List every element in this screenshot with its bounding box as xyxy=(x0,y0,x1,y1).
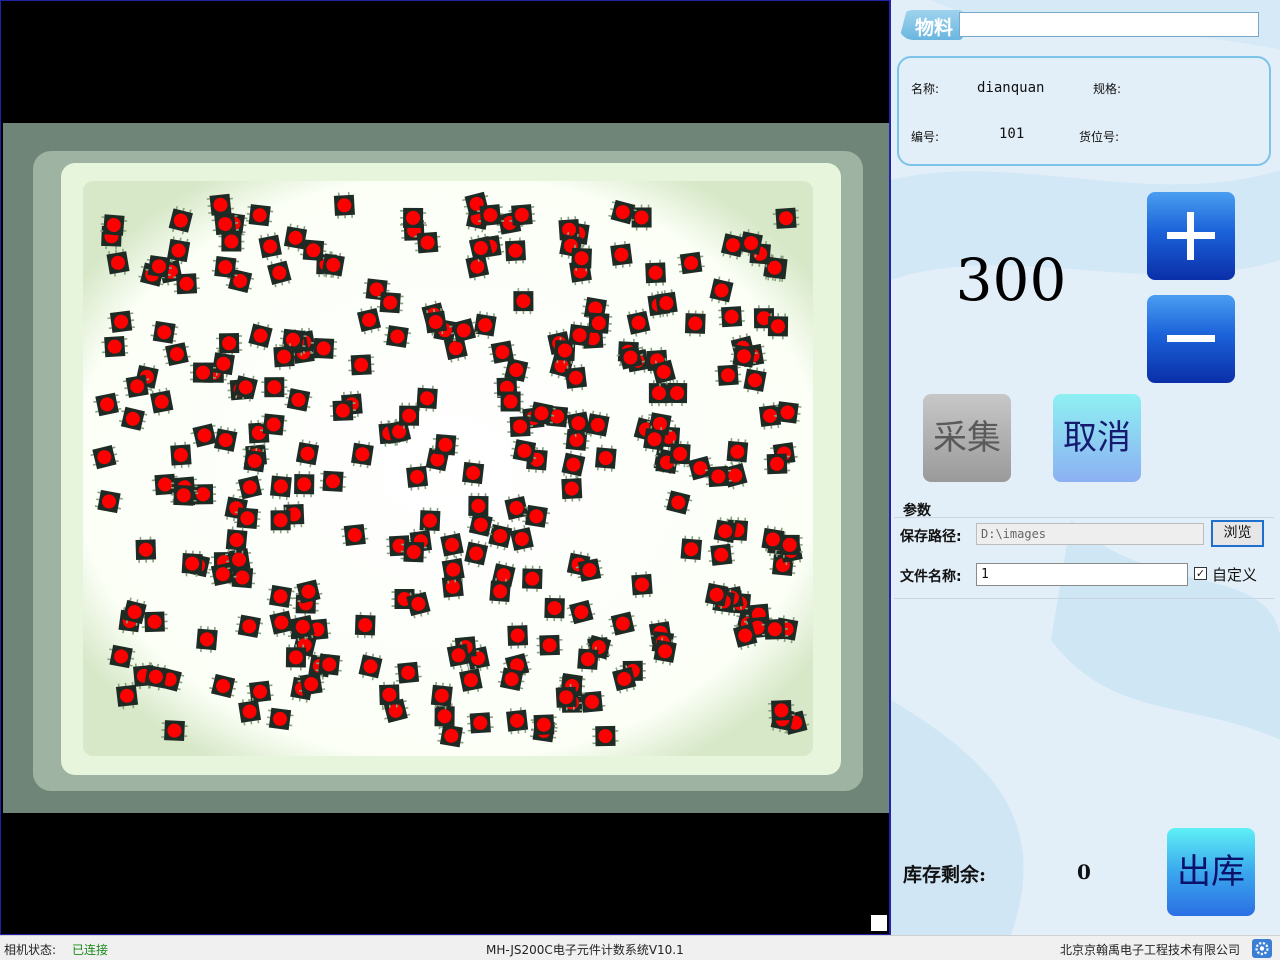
camera-image xyxy=(3,123,889,813)
gear-icon[interactable] xyxy=(1252,939,1272,958)
component-marker xyxy=(285,644,307,671)
custom-checkbox[interactable]: ✓ xyxy=(1194,567,1207,580)
component-marker xyxy=(544,594,565,622)
component-marker xyxy=(631,204,652,231)
component-marker xyxy=(216,333,243,354)
component-marker xyxy=(347,354,375,376)
minus-icon xyxy=(1167,335,1215,342)
app-window: 物料 名称: dianquan 规格: 编号: 101 货位号: 300 采集 … xyxy=(0,0,1280,960)
filename-label: 文件名称: xyxy=(900,569,962,585)
company-name: 北京京翰禹电子工程技术有限公司 xyxy=(1059,943,1240,957)
component-marker xyxy=(181,550,203,577)
material-info-box: 名称: dianquan 规格: 编号: 101 货位号: xyxy=(897,56,1271,166)
filename-field[interactable]: 1 xyxy=(976,563,1188,586)
component-marker xyxy=(141,611,168,633)
component-marker xyxy=(333,191,355,219)
component-marker xyxy=(669,440,691,468)
camera-status-value: 已连接 xyxy=(72,943,109,957)
outbound-button[interactable]: 出库 xyxy=(1167,828,1255,916)
component-marker xyxy=(767,313,789,340)
component-marker xyxy=(135,536,157,563)
name-label: 名称: xyxy=(911,82,940,96)
component-marker xyxy=(666,379,688,407)
component-marker xyxy=(400,207,427,228)
component-marker xyxy=(310,337,338,359)
component-marker xyxy=(354,611,376,639)
component-marker xyxy=(536,634,563,656)
name-value: dianquan xyxy=(977,80,1045,96)
component-marker xyxy=(170,484,197,506)
number-value: 101 xyxy=(999,126,1025,142)
component-marker xyxy=(507,622,529,649)
save-path-field[interactable]: D:\images xyxy=(976,523,1204,545)
component-marker xyxy=(419,507,441,534)
cancel-button[interactable]: 取消 xyxy=(1053,394,1141,482)
component-marker xyxy=(768,700,795,721)
material-search-input[interactable] xyxy=(959,12,1259,37)
component-marker xyxy=(218,231,245,252)
component-marker xyxy=(294,471,315,498)
component-marker xyxy=(173,273,200,295)
browse-button[interactable]: 浏览 xyxy=(1211,520,1264,547)
component-marker xyxy=(684,310,706,337)
component-marker xyxy=(329,400,357,421)
component-marker xyxy=(379,681,400,708)
component-marker xyxy=(645,259,667,287)
material-tag: 物料 xyxy=(899,10,963,40)
increase-button[interactable] xyxy=(1147,192,1235,280)
count-display: 300 xyxy=(955,246,1067,314)
component-marker xyxy=(513,288,534,315)
number-label: 编号: xyxy=(911,130,940,144)
camera-status-label: 相机状态: xyxy=(4,943,57,957)
custom-checkbox-label: 自定义 xyxy=(1212,566,1258,584)
save-path-label: 保存路径: xyxy=(900,529,962,545)
camera-view xyxy=(0,0,890,935)
component-marker xyxy=(189,362,217,383)
component-marker xyxy=(522,565,543,592)
control-panel: 物料 名称: dianquan 规格: 编号: 101 货位号: 300 采集 … xyxy=(890,0,1280,935)
component-marker xyxy=(718,306,745,328)
component-marker xyxy=(761,618,789,640)
capture-button[interactable]: 采集 xyxy=(923,394,1011,482)
component-marker xyxy=(101,336,129,358)
component-marker xyxy=(161,720,188,742)
component-marker xyxy=(261,377,288,398)
location-label: 货位号: xyxy=(1079,130,1120,144)
stock-remaining-value: 0 xyxy=(1077,860,1091,884)
app-title: MH-JS200C电子元件计数系统V10.1 xyxy=(486,943,684,957)
component-marker xyxy=(398,402,420,429)
component-marker xyxy=(592,725,619,747)
component-marker xyxy=(319,470,347,492)
component-marker xyxy=(400,541,428,563)
material-tag-label: 物料 xyxy=(915,17,954,39)
status-bar: 相机状态: 已连接 MH-JS200C电子元件计数系统V10.1 北京京翰禹电子… xyxy=(0,935,1280,960)
component-marker xyxy=(763,453,791,475)
component-marker xyxy=(504,237,527,265)
component-marker xyxy=(530,714,558,736)
component-marker xyxy=(270,507,291,534)
snapshot-marker xyxy=(871,915,887,931)
component-marker xyxy=(506,416,534,437)
plus-icon xyxy=(1167,212,1215,260)
component-marker xyxy=(497,391,524,412)
spec-label: 规格: xyxy=(1093,82,1122,96)
component-marker xyxy=(571,244,592,272)
decrease-button[interactable] xyxy=(1147,295,1235,383)
component-marker xyxy=(561,475,583,502)
component-marker xyxy=(555,683,577,711)
stock-remaining-label: 库存剩余: xyxy=(903,864,987,886)
